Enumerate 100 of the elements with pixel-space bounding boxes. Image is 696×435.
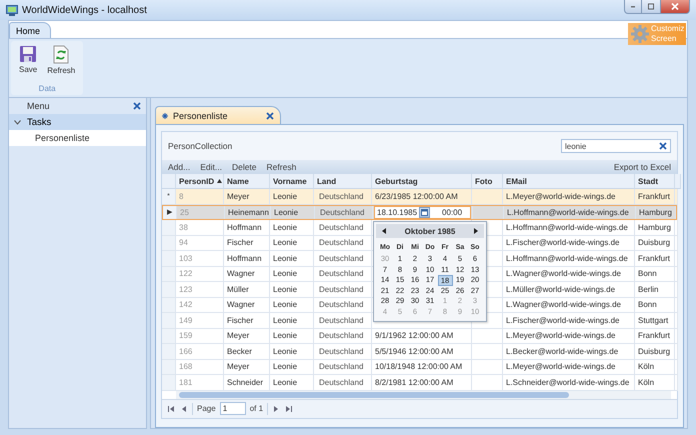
table-cell: Leonie — [270, 313, 314, 328]
table-cell: 38 — [176, 220, 224, 234]
table-cell: Deutschland — [314, 375, 372, 390]
close-icon[interactable] — [266, 112, 274, 120]
group-header[interactable]: Tasks — [9, 114, 146, 130]
command-button[interactable]: Refresh — [266, 162, 296, 172]
column-header[interactable]: Geburtstag — [372, 174, 472, 189]
table-cell: Bonn — [635, 266, 675, 281]
refresh-document-icon — [53, 45, 70, 64]
table-cell: Leonie — [270, 298, 314, 312]
table-cell: Köln — [635, 360, 675, 374]
menu-item[interactable]: Personenliste — [9, 130, 146, 146]
table-cell: 103 — [176, 251, 224, 266]
table-cell: 166 — [176, 344, 224, 358]
table-cell: Meyer — [224, 328, 270, 343]
table-cell: Leonie — [270, 189, 314, 204]
table-cell: 5/5/1946 12:00:00 AM — [372, 344, 472, 358]
table-cell: Deutschland — [314, 344, 372, 358]
panel-title: Menu — [27, 101, 50, 111]
group-label: Data — [38, 84, 56, 95]
command-button[interactable]: Delete — [232, 162, 257, 172]
table-cell: Deutschland — [314, 266, 372, 281]
table-cell: 94 — [176, 236, 224, 250]
column-header[interactable]: EMail — [503, 174, 635, 189]
table-cell: 8 — [176, 189, 224, 204]
maximize-button[interactable] — [642, 0, 660, 14]
table-cell: Duisburg — [635, 344, 675, 358]
table-cell: L.Wagner@world-wide-wings.de — [503, 298, 635, 312]
table-cell: Deutschland — [314, 313, 372, 328]
table-cell: Leonie — [270, 344, 314, 358]
table-cell: Fischer — [224, 313, 270, 328]
ribbon-tab[interactable]: Home — [9, 22, 52, 38]
table-cell: 25 — [177, 206, 225, 219]
page-label: Page — [197, 404, 216, 413]
last-page-button[interactable] — [284, 406, 294, 412]
command-button[interactable]: Edit... — [200, 162, 222, 172]
table-cell: 8/2/1981 12:00:00 AM — [372, 375, 472, 390]
table-cell: 9/1/1962 12:00:00 AM — [372, 328, 472, 343]
table-cell: Hoffmann — [224, 251, 270, 266]
table-cell: 122 — [176, 266, 224, 281]
column-header[interactable]: Foto — [472, 174, 503, 189]
search-field[interactable]: leonie — [561, 139, 671, 153]
previous-month-button[interactable] — [382, 228, 386, 234]
calendar-icon — [421, 208, 428, 216]
table-cell: Fischer — [224, 236, 270, 250]
table-cell: L.Meyer@world-wide-wings.de — [503, 189, 635, 204]
clear-icon[interactable] — [659, 142, 667, 150]
chevron-icon — [14, 120, 21, 124]
month-title: Oktober 1985 — [404, 226, 456, 236]
table-cell: Deutschland — [314, 220, 372, 234]
next-month-button[interactable] — [474, 228, 478, 234]
table-cell: Duisburg — [635, 236, 675, 250]
ribbon-button[interactable]: Save — [17, 43, 40, 84]
column-header[interactable]: Name — [224, 174, 270, 189]
table-cell: Deutschland — [314, 360, 372, 374]
table-cell: 142 — [176, 298, 224, 312]
table-cell: L.Meyer@world-wide-wings.de — [503, 360, 635, 374]
ribbon-button[interactable]: Refresh — [45, 43, 78, 84]
minimize-button[interactable] — [624, 0, 642, 14]
first-page-button[interactable] — [166, 406, 176, 412]
next-page-button[interactable] — [272, 406, 280, 412]
column-header[interactable]: Land — [314, 174, 372, 189]
column-header[interactable]: Stadt — [635, 174, 675, 189]
previous-page-button[interactable] — [180, 406, 188, 412]
table-row[interactable]: 166 Becker Leonie Deutschland 5/5/1946 12:00:00 AM L.Becker@world-wide-wings.de Duisburg — [162, 344, 677, 360]
table-row[interactable]: 159 Meyer Leonie Deutschland 9/1/1962 12:00:00 AM L.Meyer@world-wide-wings.de Frankfurt — [162, 328, 677, 344]
document-tab[interactable]: Personenliste — [155, 106, 281, 124]
table-cell: 123 — [176, 282, 224, 296]
page-field[interactable]: 1 — [220, 402, 246, 415]
table-row[interactable]: 168 Meyer Leonie Deutschland 10/18/1948 12:00:00 AM L.Meyer@world-wide-wings.de Köln — [162, 360, 677, 375]
table-cell: Leonie — [270, 282, 314, 296]
table-cell: Meyer — [224, 360, 270, 374]
table-cell: Frankfurt — [635, 328, 675, 343]
table-cell: Leonie — [270, 375, 314, 390]
table-cell: Leonie — [270, 328, 314, 343]
export-button[interactable]: Export to Excel — [614, 162, 671, 172]
table-cell: L.Meyer@world-wide-wings.de — [503, 328, 635, 343]
table-cell: Leonie — [270, 220, 314, 234]
table-cell: 159 — [176, 328, 224, 343]
column-header[interactable]: Vorname — [270, 174, 314, 189]
app-window-icon — [6, 4, 18, 16]
table-cell: Köln — [635, 375, 675, 390]
table-cell: 6/23/1985 12:00:00 AM — [372, 189, 472, 204]
column-header[interactable]: PersonID — [176, 174, 224, 189]
table-cell: Heinemann — [225, 206, 271, 219]
table-cell: 149 — [176, 313, 224, 328]
page-count: of 1 — [250, 404, 264, 413]
table-cell: 168 — [176, 360, 224, 374]
table-cell: Frankfurt — [635, 251, 675, 266]
command-button[interactable]: Add... — [168, 162, 190, 172]
table-cell: L.Hoffmann@world-wide-wings.de — [503, 251, 635, 266]
table-cell: Berlin — [635, 282, 675, 296]
table-cell: L.Schneider@world-wide-wings.de — [503, 375, 635, 390]
table-cell: L.Becker@world-wide-wings.de — [503, 344, 635, 358]
table-cell: Müller — [224, 282, 270, 296]
table-cell: Hamburg — [635, 220, 675, 234]
close-icon[interactable] — [133, 102, 141, 110]
calendar-button[interactable] — [419, 206, 430, 218]
close-button[interactable] — [660, 0, 690, 14]
date-time-field[interactable]: 18.10.1985 00:00 — [374, 206, 471, 219]
